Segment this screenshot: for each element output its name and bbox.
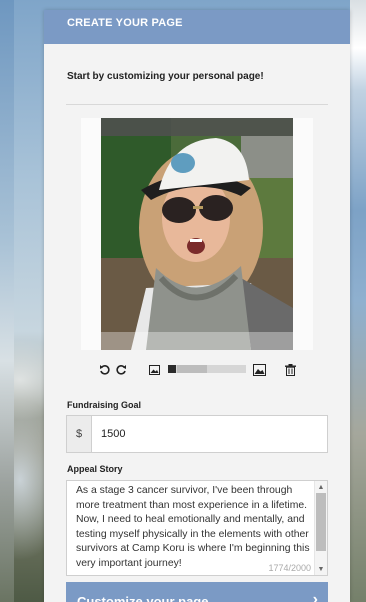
scroll-thumb[interactable] (316, 493, 326, 551)
trash-icon[interactable] (283, 362, 297, 378)
character-count: 1774/2000 (268, 563, 311, 573)
scroll-up-icon[interactable]: ▲ (315, 481, 327, 493)
rotate-right-icon[interactable] (114, 362, 128, 378)
zoom-slider-fill (168, 365, 176, 373)
image-small-icon[interactable] (147, 362, 161, 378)
photo-cropper[interactable] (81, 118, 313, 350)
background-left-strip (0, 0, 14, 602)
divider (66, 104, 328, 105)
profile-photo-image (101, 118, 293, 350)
chevron-right-icon: › (312, 591, 318, 602)
customize-page-label: Customize your page (77, 594, 209, 602)
image-large-icon[interactable] (252, 362, 266, 378)
panel-title: CREATE YOUR PAGE (44, 10, 350, 44)
currency-symbol: $ (67, 416, 92, 452)
appeal-story-textarea[interactable]: As a stage 3 cancer survivor, I've been … (66, 480, 328, 576)
goal-amount-input[interactable] (92, 416, 327, 452)
photo-toolbar (44, 360, 350, 380)
story-scrollbar[interactable]: ▲ ▼ (314, 481, 327, 575)
fundraising-goal-label: Fundraising Goal (67, 400, 142, 410)
intro-text: Start by customizing your personal page! (67, 71, 264, 82)
appeal-story-text[interactable]: As a stage 3 cancer survivor, I've been … (76, 484, 312, 571)
rotate-left-icon[interactable] (98, 362, 112, 378)
crop-overlay-top (101, 118, 293, 136)
background-right-strip (350, 0, 366, 602)
scroll-down-icon[interactable]: ▼ (315, 563, 327, 575)
zoom-slider[interactable] (168, 365, 246, 373)
customize-page-button[interactable]: Customize your page › (66, 582, 328, 602)
fundraising-goal-field[interactable]: $ (66, 415, 328, 453)
zoom-slider-track (177, 365, 207, 373)
create-page-panel: CREATE YOUR PAGE Start by customizing yo… (44, 10, 350, 602)
profile-photo[interactable] (101, 118, 293, 350)
crop-overlay-bottom (101, 332, 293, 350)
appeal-story-label: Appeal Story (67, 464, 123, 474)
